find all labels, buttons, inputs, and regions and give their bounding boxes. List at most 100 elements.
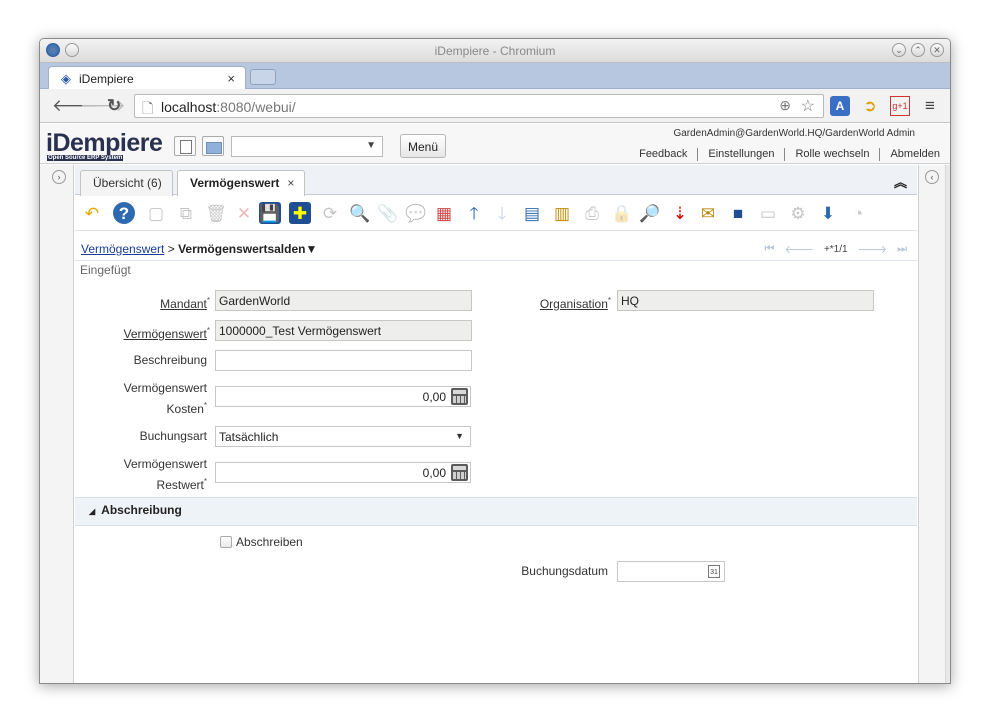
chrome-menu-icon[interactable]: ≡ bbox=[920, 96, 940, 116]
google-plus-icon[interactable]: g+1 bbox=[890, 96, 910, 116]
delete-icon[interactable]: 🗑 bbox=[205, 202, 227, 224]
global-search-select[interactable]: ▼ bbox=[231, 136, 383, 157]
translate-extension-icon[interactable]: A bbox=[830, 96, 850, 116]
organisation-label[interactable]: Organisation* bbox=[505, 292, 611, 313]
tab-asset[interactable]: Vermögenswert × bbox=[177, 170, 306, 196]
save-and-create-icon[interactable]: ✚ bbox=[289, 202, 311, 224]
menu-button[interactable]: Menü bbox=[400, 134, 446, 158]
lock-icon[interactable]: 🔒 bbox=[611, 202, 633, 224]
residual-input[interactable]: 0,00 bbox=[215, 462, 471, 483]
breadcrumb: Vermögenswert > Vermögenswertsalden▼ bbox=[81, 242, 318, 256]
zoom-across-icon[interactable]: 🔎 bbox=[639, 202, 661, 224]
close-button[interactable]: ✕ bbox=[930, 43, 944, 57]
mandant-field[interactable]: GardenWorld bbox=[215, 290, 472, 311]
browser-tabstrip: ◈ iDempiere × bbox=[40, 63, 950, 90]
header-links: Feedback Einstellungen Rolle wechseln Ab… bbox=[629, 148, 950, 161]
active-workflows-icon[interactable]: ⇣ bbox=[669, 202, 691, 224]
posting-date-input[interactable]: 31 bbox=[617, 561, 725, 582]
tab-close-icon[interactable]: × bbox=[287, 176, 294, 190]
preferences-link[interactable]: Einstellungen bbox=[697, 148, 784, 161]
new-tab-button[interactable] bbox=[250, 69, 276, 85]
mandant-label[interactable]: Mandant* bbox=[115, 292, 210, 313]
cost-input[interactable]: 0,00 bbox=[215, 386, 471, 407]
process-gear-icon[interactable]: ⚙ bbox=[787, 202, 809, 224]
chat-icon[interactable]: 💬 bbox=[405, 202, 427, 224]
previous-record-icon[interactable]: 🡐 bbox=[784, 242, 814, 256]
help-icon[interactable]: ? bbox=[113, 202, 135, 224]
divider bbox=[75, 260, 917, 261]
user-info: GardenAdmin@GardenWorld.HQ/GardenWorld A… bbox=[673, 128, 915, 139]
export-icon[interactable]: ⬇ bbox=[817, 202, 839, 224]
browser-tab-close-icon[interactable]: × bbox=[227, 71, 235, 86]
open-folder-icon[interactable] bbox=[202, 136, 224, 156]
detail-record-icon[interactable]: 🡓 bbox=[491, 202, 513, 224]
change-role-link[interactable]: Rolle wechseln bbox=[784, 148, 879, 161]
residual-label: Vermögenswert Restwert* bbox=[123, 457, 207, 492]
next-record-icon[interactable]: 🡒 bbox=[858, 242, 888, 256]
cost-label: Vermögenswert Kosten* bbox=[123, 381, 207, 416]
find-icon[interactable]: 🔍 bbox=[349, 202, 371, 224]
browser-tab[interactable]: ◈ iDempiere × bbox=[48, 66, 246, 90]
address-bar[interactable]: 🗋 localhost:8080/webui/ ⊕ ☆ bbox=[134, 94, 824, 118]
new-document-icon[interactable] bbox=[174, 136, 196, 156]
minimize-button[interactable]: ⌄ bbox=[892, 43, 906, 57]
breadcrumb-caret-icon[interactable]: ▼ bbox=[305, 242, 317, 256]
expand-east-icon[interactable]: ‹ bbox=[925, 170, 939, 184]
maximize-button[interactable]: ⌃ bbox=[911, 43, 925, 57]
product-info-icon[interactable]: ■ bbox=[727, 202, 749, 224]
description-input[interactable] bbox=[215, 350, 472, 371]
maximize-double-up-icon[interactable]: ︽ bbox=[894, 172, 907, 191]
print-icon[interactable]: ⎙ bbox=[581, 202, 603, 224]
feedback-link[interactable]: Feedback bbox=[629, 148, 697, 161]
calculator-icon[interactable] bbox=[451, 464, 468, 481]
breadcrumb-parent-link[interactable]: Vermögenswert bbox=[81, 242, 164, 256]
tab-overview[interactable]: Übersicht (6) bbox=[80, 170, 173, 196]
posting-type-select[interactable]: Tatsächlich ▼ bbox=[215, 426, 471, 447]
main-content: Übersicht (6) Vermögenswert × ︽ ↶ ? ▢ ⧉ 🗑… bbox=[75, 165, 917, 683]
breadcrumb-current[interactable]: Vermögenswertsalden bbox=[178, 242, 305, 256]
zoom-icon[interactable]: ⊕ bbox=[779, 97, 791, 114]
idempiere-favicon-icon: ◈ bbox=[61, 71, 71, 86]
reload-icon[interactable]: ↻ bbox=[107, 96, 121, 116]
chevron-down-icon: ▼ bbox=[366, 140, 376, 151]
first-record-icon[interactable]: ⏮ bbox=[765, 243, 775, 256]
expand-west-icon[interactable]: › bbox=[52, 170, 66, 184]
undo-icon[interactable]: ↶ bbox=[81, 202, 103, 224]
copy-record-icon[interactable]: ⧉ bbox=[175, 202, 197, 224]
browser-tab-title: iDempiere bbox=[79, 72, 134, 86]
record-count: +*1/1 bbox=[823, 243, 848, 255]
calculator-icon[interactable] bbox=[451, 388, 468, 405]
url-host: localhost bbox=[161, 99, 217, 115]
parent-record-icon[interactable]: 🡑 bbox=[463, 202, 485, 224]
last-record-icon[interactable]: ⏭ bbox=[897, 243, 907, 256]
refresh-icon[interactable]: ⟳ bbox=[319, 202, 341, 224]
depreciate-checkbox[interactable] bbox=[220, 536, 232, 548]
logout-link[interactable]: Abmelden bbox=[879, 148, 950, 161]
chevron-down-icon: ▼ bbox=[455, 431, 464, 441]
grid-toggle-icon[interactable]: ▦ bbox=[433, 202, 455, 224]
delete-selection-icon[interactable]: ✕ bbox=[233, 202, 255, 224]
url-path: :8080/webui/ bbox=[216, 99, 296, 115]
history-icon[interactable]: ▤ bbox=[521, 202, 543, 224]
attachment-icon[interactable]: 📎 bbox=[377, 202, 399, 224]
east-splitter[interactable] bbox=[945, 165, 950, 683]
report-icon[interactable]: ▭ bbox=[757, 202, 779, 224]
depreciate-label: Abschreiben bbox=[236, 535, 303, 549]
archive-icon[interactable]: ▥ bbox=[551, 202, 573, 224]
customize-icon[interactable]: ◔ bbox=[847, 202, 869, 224]
calendar-icon[interactable]: 31 bbox=[708, 565, 720, 578]
send-to-mobile-icon[interactable]: ➲ bbox=[860, 96, 880, 116]
asset-label[interactable]: Vermögenswert* bbox=[95, 322, 211, 343]
save-icon[interactable]: 💾 bbox=[259, 202, 281, 224]
new-record-icon[interactable]: ▢ bbox=[145, 202, 167, 224]
request-icon[interactable]: ✉ bbox=[697, 202, 719, 224]
section-toggle-icon[interactable]: ◢ bbox=[89, 507, 95, 516]
description-label: Beschreibung bbox=[133, 353, 207, 367]
depreciation-section-header[interactable]: ◢ Abschreibung bbox=[75, 497, 917, 526]
bookmark-star-icon[interactable]: ☆ bbox=[801, 96, 815, 116]
east-panel: ‹ bbox=[918, 165, 950, 683]
browser-navbar: 🡐 🡒 ↻ 🗋 localhost:8080/webui/ ⊕ ☆ A ➲ g+… bbox=[40, 89, 950, 123]
window-tabs: Übersicht (6) Vermögenswert × ︽ bbox=[75, 165, 917, 196]
organisation-field[interactable]: HQ bbox=[617, 290, 874, 311]
asset-field[interactable]: 1000000_Test Vermögenswert bbox=[215, 320, 472, 341]
